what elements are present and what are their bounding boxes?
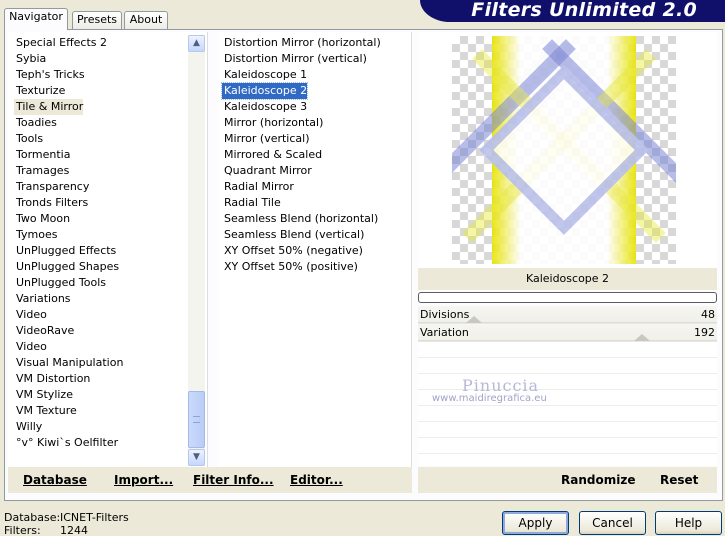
title-banner: Filters Unlimited 2.0 [420, 0, 725, 22]
editor-button[interactable]: Editor... [290, 473, 343, 487]
toolbar-left: Database Import... Filter Info... Editor… [8, 467, 412, 493]
category-item[interactable]: UnPlugged Tools [14, 275, 106, 291]
import-button[interactable]: Import... [114, 473, 173, 487]
watermark-url: www.maidiregrafica.eu [432, 393, 547, 404]
category-item[interactable]: VM Texture [14, 403, 77, 419]
slider-label: Variation [420, 326, 469, 339]
category-item[interactable]: Tymoes [14, 227, 57, 243]
slider-variation[interactable]: Variation 192 [418, 324, 717, 342]
filter-item[interactable]: Distortion Mirror (horizontal) [222, 35, 381, 51]
slider-panel: Divisions 48 Variation 192 Pinuccia www.… [418, 306, 717, 466]
apply-button[interactable]: Apply [502, 511, 569, 535]
filter-item[interactable]: Mirror (horizontal) [222, 115, 323, 131]
status-filters: Filters: 1244 [4, 524, 88, 536]
category-item[interactable]: Tile & Mirror [14, 99, 84, 115]
empty-slider-row [418, 358, 717, 374]
category-item[interactable]: Visual Manipulation [14, 355, 123, 371]
filter-item[interactable]: Seamless Blend (vertical) [222, 227, 364, 243]
help-button[interactable]: Help [655, 511, 722, 535]
reset-button[interactable]: Reset [660, 473, 698, 487]
scroll-down-arrow-icon[interactable]: ▼ [188, 449, 205, 466]
category-item[interactable]: Video [14, 307, 47, 323]
filter-info-button[interactable]: Filter Info... [193, 473, 274, 487]
category-item[interactable]: Texturize [14, 83, 65, 99]
filter-item[interactable]: Kaleidoscope 3 [222, 99, 307, 115]
empty-slider-row [418, 438, 717, 454]
scroll-up-arrow-icon[interactable]: ▲ [188, 35, 205, 52]
category-item[interactable]: Teph's Tricks [14, 67, 85, 83]
filter-item[interactable]: XY Offset 50% (positive) [222, 259, 358, 275]
slider-divisions[interactable]: Divisions 48 [418, 306, 717, 324]
randomize-button[interactable]: Randomize [561, 473, 635, 487]
preview-image [452, 36, 676, 264]
category-item[interactable]: UnPlugged Shapes [14, 259, 119, 275]
progress-bar [418, 292, 717, 303]
filter-list[interactable]: Distortion Mirror (horizontal) Distortion… [218, 32, 412, 467]
slider-label: Divisions [420, 308, 470, 321]
filter-item[interactable]: Seamless Blend (horizontal) [222, 211, 378, 227]
category-item[interactable]: °v° Kiwi`s Oelfilter [14, 435, 118, 451]
tab-presets[interactable]: Presets [72, 11, 122, 29]
filter-item[interactable]: XY Offset 50% (negative) [222, 243, 363, 259]
status-database-label: Database: [4, 511, 61, 524]
kaleidoscope-preview [452, 36, 676, 264]
empty-slider-row [418, 422, 717, 438]
category-item[interactable]: VM Stylize [14, 387, 73, 403]
tab-navigator[interactable]: Navigator [4, 8, 68, 30]
category-item[interactable]: Tormentia [14, 147, 70, 163]
slider-value: 48 [701, 308, 715, 321]
category-item[interactable]: Toadies [14, 115, 57, 131]
category-item[interactable]: Special Effects 2 [14, 35, 107, 51]
category-item[interactable]: Variations [14, 291, 71, 307]
filter-item[interactable]: Mirror (vertical) [222, 131, 310, 147]
status-database-value: ICNET-Filters [60, 511, 129, 524]
category-item[interactable]: UnPlugged Effects [14, 243, 116, 259]
category-item[interactable]: Tramages [14, 163, 69, 179]
category-item[interactable]: VM Distortion [14, 371, 90, 387]
filter-name-label: Kaleidoscope 2 [418, 268, 717, 290]
category-item[interactable]: Two Moon [14, 211, 70, 227]
empty-slider-row [418, 342, 717, 358]
category-item[interactable]: Tronds Filters [14, 195, 88, 211]
cancel-button[interactable]: Cancel [579, 511, 646, 535]
tab-about[interactable]: About [124, 11, 168, 29]
filter-item[interactable]: Quadrant Mirror [222, 163, 312, 179]
scroll-thumb[interactable] [188, 391, 205, 448]
filter-item[interactable]: Distortion Mirror (vertical) [222, 51, 367, 67]
category-item[interactable]: Sybia [14, 51, 46, 67]
slider-value: 192 [694, 326, 715, 339]
category-item[interactable]: Tools [14, 131, 43, 147]
filter-item[interactable]: Mirrored & Scaled [222, 147, 322, 163]
category-list[interactable]: Special Effects 2 Sybia Teph's Tricks Textu… [8, 32, 208, 467]
status-database: Database: ICNET-Filters [4, 511, 129, 524]
category-item[interactable]: VideoRave [14, 323, 74, 339]
preview-area [418, 32, 717, 268]
toolbar-right: Randomize Reset [418, 467, 717, 493]
scroll-grip-icon [193, 416, 200, 423]
status-filters-value: 1244 [60, 524, 88, 536]
filter-item[interactable]: Kaleidoscope 1 [222, 67, 307, 83]
database-button[interactable]: Database [23, 473, 87, 487]
category-item[interactable]: Willy [14, 419, 42, 435]
empty-slider-row [418, 406, 717, 422]
filter-item[interactable]: Radial Tile [222, 195, 281, 211]
category-item[interactable]: Video [14, 339, 47, 355]
slider-handle-icon[interactable] [634, 334, 650, 341]
filter-item[interactable]: Kaleidoscope 2 [220, 82, 309, 100]
category-item[interactable]: Transparency [14, 179, 89, 195]
filter-item[interactable]: Radial Mirror [222, 179, 294, 195]
banner-title: Filters Unlimited 2.0 [471, 0, 697, 21]
status-filters-label: Filters: [4, 524, 41, 536]
category-scrollbar[interactable]: ▲ ▼ [188, 35, 205, 466]
